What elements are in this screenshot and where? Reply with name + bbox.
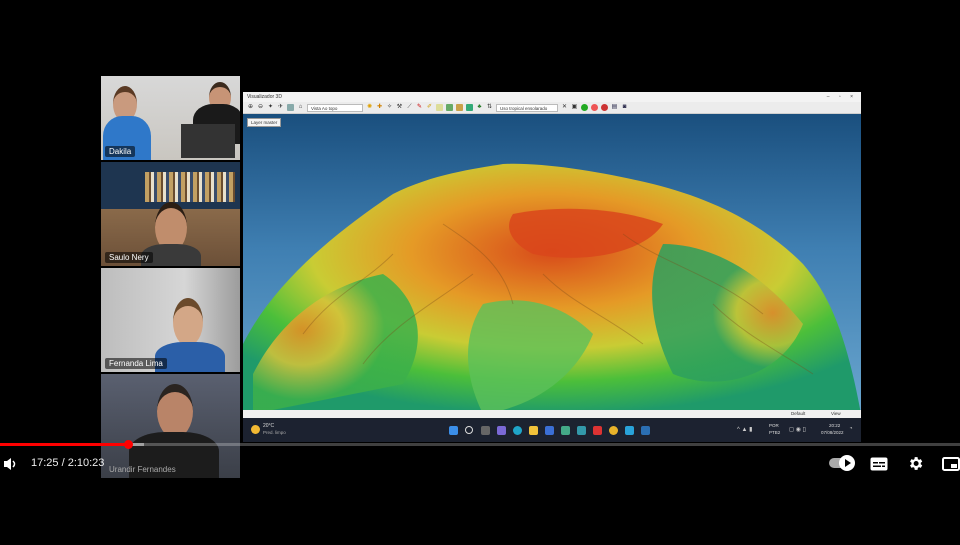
sun-icon[interactable]: ✺ (366, 104, 373, 111)
autoplay-knob (839, 455, 855, 471)
terrain-raise-icon[interactable] (456, 104, 463, 111)
stop-icon[interactable] (591, 104, 598, 111)
tray-icons[interactable]: ^ ▲ ▮ (737, 426, 752, 433)
layer-button[interactable]: Layer master (247, 118, 282, 127)
language[interactable]: POR (769, 423, 779, 428)
camera-icon[interactable]: ▣ (571, 104, 578, 111)
search-icon[interactable] (465, 426, 473, 434)
weather-desc: Pred. limpo (263, 430, 286, 435)
participant-face (157, 384, 193, 438)
bookshelf (145, 172, 235, 202)
measure-icon[interactable]: ⟋ (406, 104, 413, 111)
terrain-lower-icon[interactable] (466, 104, 473, 111)
settings-gear-icon[interactable] (907, 455, 924, 472)
participant-name: Saulo Nery (105, 252, 153, 263)
participant-face (173, 298, 203, 346)
palette-select[interactable]: Uso tropical ensolarado (496, 103, 558, 112)
participant-name: Dakila (105, 146, 136, 157)
walk-icon[interactable]: ✦ (267, 104, 274, 111)
wrench-icon[interactable]: ⚒ (396, 104, 403, 111)
play-icon[interactable] (581, 104, 588, 111)
brush-icon[interactable]: ✐ (426, 104, 433, 111)
notification-icon[interactable]: ◔ (849, 426, 853, 432)
edge-icon[interactable] (513, 426, 522, 435)
clock-time[interactable]: 20:22 (829, 423, 840, 428)
status-left: Default (791, 411, 806, 416)
shared-screen: Visualizador 3D – ▫ × ⊕ ⊖ ✦ ✈ ⌂ Vista Ao… (243, 92, 861, 442)
miniplayer-icon[interactable] (942, 457, 960, 471)
record-icon[interactable] (601, 104, 608, 111)
film-icon[interactable]: ▤ (611, 104, 618, 111)
participant-tile-dakila[interactable]: Dakila (101, 76, 240, 160)
clock-date[interactable]: 07/08/2022 (821, 430, 844, 435)
status-right: View (831, 411, 841, 416)
laptop (181, 124, 235, 158)
photo-icon[interactable]: ◙ (621, 104, 628, 111)
participant-name: Fernanda Lima (105, 358, 167, 369)
tray-icons[interactable]: ◻ ◉ ▯ (789, 426, 806, 433)
app-icon[interactable] (641, 426, 650, 435)
app-icon[interactable] (593, 426, 602, 435)
volume-icon[interactable] (3, 457, 19, 471)
play-icon (845, 459, 851, 467)
participant-tile-urandir[interactable]: Urandir Fernandes (101, 374, 240, 478)
zoom-out-icon[interactable]: ⊖ (257, 104, 264, 111)
zoom-in-icon[interactable]: ⊕ (247, 104, 254, 111)
progress-bar[interactable] (0, 440, 960, 449)
plane-icon[interactable]: ✈ (277, 104, 284, 111)
participant-tile-saulo[interactable]: Saulo Nery (101, 162, 240, 266)
3d-viewport[interactable] (243, 114, 861, 414)
terrain-icon[interactable] (446, 104, 453, 111)
eraser-icon[interactable] (436, 104, 443, 111)
tree-icon[interactable]: ♣ (476, 104, 483, 111)
status-bar: Default View (243, 410, 861, 418)
terrain-render (243, 163, 861, 414)
explorer-icon[interactable] (529, 426, 538, 435)
autoplay-toggle[interactable] (829, 455, 855, 471)
store-icon[interactable] (545, 426, 554, 435)
weather-icon[interactable] (251, 425, 260, 434)
pointer-icon[interactable]: ✧ (386, 104, 393, 111)
chrome-icon[interactable] (609, 426, 618, 435)
participant-tile-fernanda[interactable]: Fernanda Lima (101, 268, 240, 372)
start-icon[interactable] (449, 426, 458, 435)
toolbar: ⊕ ⊖ ✦ ✈ ⌂ Vista Ao topo ✺ ✚ ✧ ⚒ ⟋ ✎ ✐ ♣ … (243, 102, 861, 114)
view-select[interactable]: Vista Ao topo (307, 103, 363, 112)
language-variant[interactable]: PTB2 (769, 430, 780, 435)
weather-temp: 20°C (263, 423, 275, 429)
pencil-icon[interactable]: ✎ (416, 104, 423, 111)
cancel-icon[interactable]: ✕ (561, 104, 568, 111)
home-icon[interactable]: ⌂ (297, 104, 304, 111)
grid-icon[interactable] (287, 104, 294, 111)
window-title: Visualizador 3D (247, 94, 282, 100)
chat-icon[interactable] (497, 426, 506, 435)
window-title-bar: Visualizador 3D – ▫ × (243, 92, 861, 102)
app-icon[interactable] (561, 426, 570, 435)
app-icon[interactable] (625, 426, 634, 435)
participant-name: Urandir Fernandes (109, 465, 176, 474)
sort-icon[interactable]: ⇅ (486, 104, 493, 111)
progress-played (0, 443, 128, 446)
subtitles-icon[interactable] (870, 457, 888, 471)
window-controls[interactable]: – ▫ × (827, 92, 857, 102)
app-icon[interactable] (577, 426, 586, 435)
move-icon[interactable]: ✚ (376, 104, 383, 111)
scrubber-handle[interactable] (123, 440, 133, 449)
windows-taskbar: 20°C Pred. limpo ^ ▲ ▮ POR PTB2 ◻ ◉ ▯ 20… (243, 418, 861, 442)
task-view-icon[interactable] (481, 426, 490, 435)
time-display: 17:25 / 2:10:23 (31, 457, 105, 469)
